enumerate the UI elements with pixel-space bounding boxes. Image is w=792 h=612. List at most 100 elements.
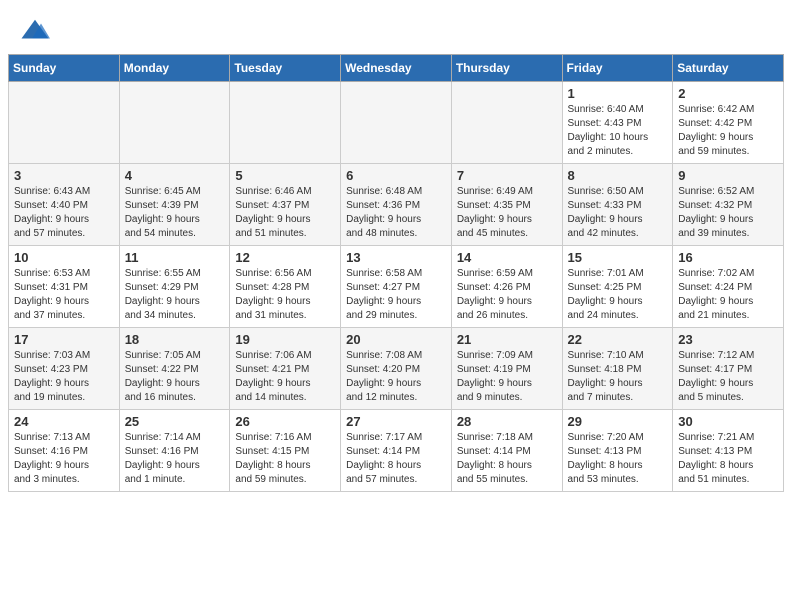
- calendar-cell: 13 Sunrise: 6:58 AM Sunset: 4:27 PM Dayli…: [341, 246, 452, 328]
- calendar-cell: 14 Sunrise: 6:59 AM Sunset: 4:26 PM Dayli…: [451, 246, 562, 328]
- day-number: 1: [568, 86, 668, 101]
- day-info: Sunrise: 6:50 AM Sunset: 4:33 PM Dayligh…: [568, 185, 668, 241]
- calendar-cell: 30 Sunrise: 7:21 AM Sunset: 4:13 PM Dayli…: [673, 410, 784, 492]
- day-number: 22: [568, 332, 668, 347]
- day-number: 5: [235, 168, 335, 183]
- day-number: 11: [125, 250, 225, 265]
- calendar-cell: 29 Sunrise: 7:20 AM Sunset: 4:13 PM Dayli…: [562, 410, 673, 492]
- day-info: Sunrise: 6:48 AM Sunset: 4:36 PM Dayligh…: [346, 185, 446, 241]
- calendar-week-row: 3 Sunrise: 6:43 AM Sunset: 4:40 PM Daylig…: [9, 164, 784, 246]
- calendar-cell: [119, 82, 230, 164]
- day-info: Sunrise: 7:12 AM Sunset: 4:17 PM Dayligh…: [678, 349, 778, 405]
- day-number: 14: [457, 250, 557, 265]
- calendar-cell: 10Sunrise: 6:53 AM Sunset: 4:31 PM Dayli…: [9, 246, 120, 328]
- calendar-cell: [230, 82, 341, 164]
- day-info: Sunrise: 7:03 AM Sunset: 4:23 PM Dayligh…: [14, 349, 114, 405]
- day-info: Sunrise: 6:49 AM Sunset: 4:35 PM Dayligh…: [457, 185, 557, 241]
- calendar-cell: 6 Sunrise: 6:48 AM Sunset: 4:36 PM Daylig…: [341, 164, 452, 246]
- day-info: Sunrise: 7:08 AM Sunset: 4:20 PM Dayligh…: [346, 349, 446, 405]
- day-info: Sunrise: 7:10 AM Sunset: 4:18 PM Dayligh…: [568, 349, 668, 405]
- day-info: Sunrise: 7:21 AM Sunset: 4:13 PM Dayligh…: [678, 431, 778, 487]
- calendar-cell: [9, 82, 120, 164]
- calendar-cell: 7 Sunrise: 6:49 AM Sunset: 4:35 PM Daylig…: [451, 164, 562, 246]
- day-number: 7: [457, 168, 557, 183]
- calendar-cell: 3 Sunrise: 6:43 AM Sunset: 4:40 PM Daylig…: [9, 164, 120, 246]
- calendar-cell: 15 Sunrise: 7:01 AM Sunset: 4:25 PM Dayli…: [562, 246, 673, 328]
- calendar-table: SundayMondayTuesdayWednesdayThursdayFrid…: [8, 54, 784, 492]
- calendar-day-header: Tuesday: [230, 55, 341, 82]
- day-number: 26: [235, 414, 335, 429]
- day-info: Sunrise: 6:45 AM Sunset: 4:39 PM Dayligh…: [125, 185, 225, 241]
- day-info: Sunrise: 7:01 AM Sunset: 4:25 PM Dayligh…: [568, 267, 668, 323]
- calendar-cell: 16 Sunrise: 7:02 AM Sunset: 4:24 PM Dayli…: [673, 246, 784, 328]
- calendar-cell: 25 Sunrise: 7:14 AM Sunset: 4:16 PM Dayli…: [119, 410, 230, 492]
- day-number: 2: [678, 86, 778, 101]
- day-info: Sunrise: 7:17 AM Sunset: 4:14 PM Dayligh…: [346, 431, 446, 487]
- calendar-day-header: Thursday: [451, 55, 562, 82]
- calendar-week-row: 10Sunrise: 6:53 AM Sunset: 4:31 PM Dayli…: [9, 246, 784, 328]
- day-number: 3: [14, 168, 114, 183]
- day-number: 8: [568, 168, 668, 183]
- calendar-cell: 8 Sunrise: 6:50 AM Sunset: 4:33 PM Daylig…: [562, 164, 673, 246]
- day-info: Sunrise: 6:42 AM Sunset: 4:42 PM Dayligh…: [678, 103, 778, 159]
- day-number: 18: [125, 332, 225, 347]
- day-number: 6: [346, 168, 446, 183]
- calendar-cell: 11 Sunrise: 6:55 AM Sunset: 4:29 PM Dayli…: [119, 246, 230, 328]
- calendar-cell: [341, 82, 452, 164]
- day-number: 20: [346, 332, 446, 347]
- day-number: 12: [235, 250, 335, 265]
- day-info: Sunrise: 6:43 AM Sunset: 4:40 PM Dayligh…: [14, 185, 114, 241]
- page-header: [0, 0, 792, 54]
- calendar-week-row: 24Sunrise: 7:13 AM Sunset: 4:16 PM Dayli…: [9, 410, 784, 492]
- calendar-cell: 22 Sunrise: 7:10 AM Sunset: 4:18 PM Dayli…: [562, 328, 673, 410]
- calendar-cell: 24Sunrise: 7:13 AM Sunset: 4:16 PM Dayli…: [9, 410, 120, 492]
- calendar-cell: 9Sunrise: 6:52 AM Sunset: 4:32 PM Daylig…: [673, 164, 784, 246]
- day-number: 29: [568, 414, 668, 429]
- day-number: 28: [457, 414, 557, 429]
- calendar-cell: 4 Sunrise: 6:45 AM Sunset: 4:39 PM Daylig…: [119, 164, 230, 246]
- calendar-cell: 2 Sunrise: 6:42 AM Sunset: 4:42 PM Daylig…: [673, 82, 784, 164]
- calendar-week-row: 1 Sunrise: 6:40 AM Sunset: 4:43 PM Daylig…: [9, 82, 784, 164]
- calendar-day-header: Sunday: [9, 55, 120, 82]
- day-number: 21: [457, 332, 557, 347]
- calendar-cell: 18 Sunrise: 7:05 AM Sunset: 4:22 PM Dayli…: [119, 328, 230, 410]
- day-number: 19: [235, 332, 335, 347]
- day-number: 23: [678, 332, 778, 347]
- day-number: 30: [678, 414, 778, 429]
- day-info: Sunrise: 7:09 AM Sunset: 4:19 PM Dayligh…: [457, 349, 557, 405]
- day-info: Sunrise: 6:58 AM Sunset: 4:27 PM Dayligh…: [346, 267, 446, 323]
- day-info: Sunrise: 7:20 AM Sunset: 4:13 PM Dayligh…: [568, 431, 668, 487]
- day-number: 9: [678, 168, 778, 183]
- day-info: Sunrise: 7:06 AM Sunset: 4:21 PM Dayligh…: [235, 349, 335, 405]
- day-info: Sunrise: 6:53 AM Sunset: 4:31 PM Dayligh…: [14, 267, 114, 323]
- day-number: 15: [568, 250, 668, 265]
- calendar-wrapper: SundayMondayTuesdayWednesdayThursdayFrid…: [0, 54, 792, 500]
- calendar-week-row: 17 Sunrise: 7:03 AM Sunset: 4:23 PM Dayli…: [9, 328, 784, 410]
- day-info: Sunrise: 6:55 AM Sunset: 4:29 PM Dayligh…: [125, 267, 225, 323]
- day-number: 16: [678, 250, 778, 265]
- calendar-cell: [451, 82, 562, 164]
- day-number: 4: [125, 168, 225, 183]
- calendar-cell: 28 Sunrise: 7:18 AM Sunset: 4:14 PM Dayli…: [451, 410, 562, 492]
- calendar-cell: 23 Sunrise: 7:12 AM Sunset: 4:17 PM Dayli…: [673, 328, 784, 410]
- calendar-day-header: Saturday: [673, 55, 784, 82]
- logo-icon: [20, 16, 50, 46]
- day-info: Sunrise: 6:40 AM Sunset: 4:43 PM Dayligh…: [568, 103, 668, 159]
- calendar-day-header: Friday: [562, 55, 673, 82]
- day-info: Sunrise: 7:18 AM Sunset: 4:14 PM Dayligh…: [457, 431, 557, 487]
- day-info: Sunrise: 7:14 AM Sunset: 4:16 PM Dayligh…: [125, 431, 225, 487]
- day-number: 17: [14, 332, 114, 347]
- day-number: 13: [346, 250, 446, 265]
- calendar-cell: 21 Sunrise: 7:09 AM Sunset: 4:19 PM Dayli…: [451, 328, 562, 410]
- day-info: Sunrise: 7:13 AM Sunset: 4:16 PM Dayligh…: [14, 431, 114, 487]
- calendar-cell: 20 Sunrise: 7:08 AM Sunset: 4:20 PM Dayli…: [341, 328, 452, 410]
- day-info: Sunrise: 6:56 AM Sunset: 4:28 PM Dayligh…: [235, 267, 335, 323]
- day-number: 25: [125, 414, 225, 429]
- calendar-cell: 12 Sunrise: 6:56 AM Sunset: 4:28 PM Dayli…: [230, 246, 341, 328]
- day-info: Sunrise: 7:05 AM Sunset: 4:22 PM Dayligh…: [125, 349, 225, 405]
- logo: [20, 16, 52, 46]
- day-info: Sunrise: 6:59 AM Sunset: 4:26 PM Dayligh…: [457, 267, 557, 323]
- calendar-cell: 17 Sunrise: 7:03 AM Sunset: 4:23 PM Dayli…: [9, 328, 120, 410]
- day-info: Sunrise: 7:02 AM Sunset: 4:24 PM Dayligh…: [678, 267, 778, 323]
- calendar-cell: 27Sunrise: 7:17 AM Sunset: 4:14 PM Dayli…: [341, 410, 452, 492]
